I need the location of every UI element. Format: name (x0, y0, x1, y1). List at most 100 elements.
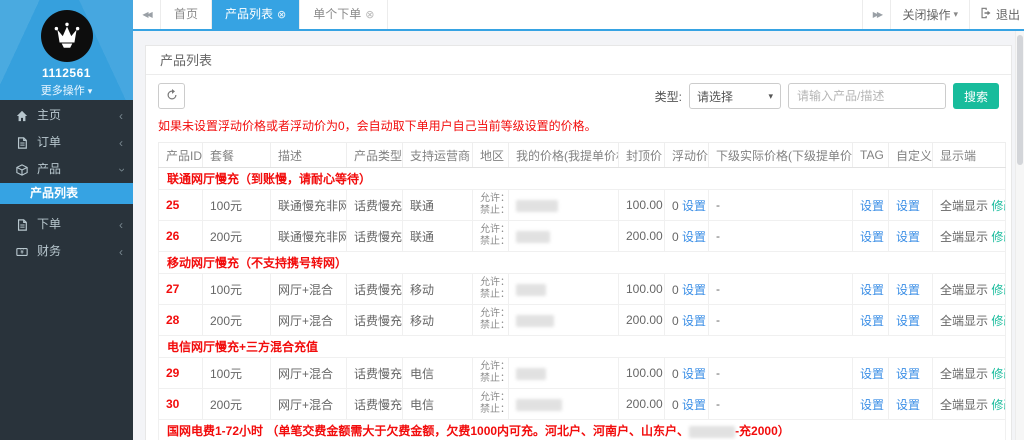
float-set-link[interactable]: 设置 (682, 283, 706, 297)
sub-price-cell: - (708, 189, 853, 221)
cube-icon (16, 163, 30, 177)
sidebar-item-订单[interactable]: 订单 ‹ (0, 129, 133, 156)
custom-name-set-link[interactable]: 设置 (896, 230, 920, 244)
sidebar-item-主页[interactable]: 主页 ‹ (0, 102, 133, 129)
float-set-link[interactable]: 设置 (682, 230, 706, 244)
description-cell: 网厅+混合 (270, 304, 347, 336)
sidebar-item-label: 订单 (37, 135, 62, 149)
custom-name-set-link[interactable]: 设置 (896, 367, 920, 381)
more-actions-dropdown[interactable]: 更多操作 ▾ (0, 82, 133, 98)
panel-body: 类型: 请选择 ▾ 搜索 如果未设置浮动价格或者浮动价为0，会自动取下单用户自己… (146, 75, 1011, 440)
float-set-link[interactable]: 设置 (682, 314, 706, 328)
region-cell: 允许：-禁止：- (472, 273, 509, 305)
sidebar-item-label: 产品 (37, 162, 62, 176)
close-tab-icon[interactable]: ⊗ (365, 9, 374, 21)
cap-price-cell: 100.00 (618, 357, 665, 389)
table-body: 联通网厅慢充（到账慢，请耐心等待）25100元联通慢充非网厅话费慢充联通允许：-… (158, 167, 1006, 440)
description-cell: 联通慢充非网厅 (270, 220, 347, 252)
logout-button[interactable]: 退出 (968, 0, 1024, 29)
sidebar-item-label: 下单 (37, 217, 62, 231)
chevron-down-icon: ▾ (768, 90, 773, 101)
column-header: 封顶价 (618, 142, 665, 168)
tag-set-link[interactable]: 设置 (860, 367, 884, 381)
redacted-price (516, 199, 558, 212)
product-list-panel: 产品列表 类型: 请选择 ▾ 请输入产品/描述 搜索 如果未设置浮动价格或者浮动… (145, 45, 1012, 440)
display-modify-link[interactable]: 修改 (991, 367, 1004, 381)
float-price-cell: 0 设置 (664, 388, 709, 420)
cap-price-cell: 100.00 (618, 273, 665, 305)
description-cell: 网厅+混合 (270, 357, 347, 389)
product-type-cell: 话费慢充 (346, 357, 403, 389)
custom-name-set-link[interactable]: 设置 (896, 283, 920, 297)
tab-label: 单个下单 (313, 7, 362, 21)
sidebar-item-财务[interactable]: ¥ 财务 ‹ (0, 238, 133, 265)
float-set-link[interactable]: 设置 (682, 398, 706, 412)
search-input[interactable] (788, 83, 946, 109)
tag-cell: 设置 (852, 304, 889, 336)
display-cell: 全端显示 修改 (932, 273, 1006, 305)
display-modify-link[interactable]: 修改 (991, 398, 1004, 412)
product-type-cell: 话费慢充 (346, 189, 403, 221)
column-header: 显示端 (932, 142, 1006, 168)
region-cell: 允许：-禁止：- (472, 220, 509, 252)
main-area: ◀◀ 首页 产品列表 ⊗ 单个下单 ⊗ ▶▶ 关闭操作 ▾ 退出 产品列表 类型… (133, 0, 1024, 440)
carrier-cell: 电信 (402, 388, 473, 420)
column-header: TAG (852, 142, 889, 168)
search-button[interactable]: 搜索 (953, 83, 999, 109)
close-actions-dropdown[interactable]: 关闭操作 ▾ (890, 0, 969, 29)
sidebar-item-下单[interactable]: 下单 ‹ (0, 211, 133, 238)
sidebar-item-产品列表[interactable]: 产品列表 (0, 183, 133, 204)
sub-price-cell: - (708, 357, 853, 389)
custom-name-set-link[interactable]: 设置 (896, 199, 920, 213)
float-set-link[interactable]: 设置 (682, 199, 706, 213)
chevron-left-icon: ‹ (119, 108, 123, 123)
display-modify-link[interactable]: 修改 (991, 314, 1004, 328)
redacted-price (516, 283, 546, 296)
scrollbar-thumb[interactable] (1017, 35, 1023, 165)
product-row: 29100元网厅+混合话费慢充电信允许：-禁止：-100.000 设置-设置设置… (158, 357, 1006, 389)
column-header: 我的价格(我提单价格) (508, 142, 619, 168)
tab-首页[interactable]: 首页 (161, 0, 213, 29)
display-modify-link[interactable]: 修改 (991, 230, 1004, 244)
vertical-scrollbar[interactable] (1015, 31, 1024, 440)
sidebar-item-label: 产品列表 (30, 186, 79, 200)
sub-price-cell: - (708, 388, 853, 420)
my-price-cell (508, 220, 619, 252)
redacted-price (516, 398, 562, 411)
sub-price-cell: - (708, 304, 853, 336)
tag-set-link[interactable]: 设置 (860, 314, 884, 328)
content-area: 产品列表 类型: 请选择 ▾ 请输入产品/描述 搜索 如果未设置浮动价格或者浮动… (133, 31, 1024, 440)
tabs-scroll-left-button[interactable]: ◀◀ (133, 0, 161, 29)
more-actions-label: 更多操作 (40, 85, 85, 97)
tag-set-link[interactable]: 设置 (860, 398, 884, 412)
tabs-scroll-right-button[interactable]: ▶▶ (862, 0, 890, 29)
tag-set-link[interactable]: 设置 (860, 199, 884, 213)
refresh-button[interactable] (158, 83, 185, 109)
tab-bar-right: ▶▶ 关闭操作 ▾ 退出 (862, 0, 1024, 29)
tag-set-link[interactable]: 设置 (860, 230, 884, 244)
type-select[interactable]: 请选择 ▾ (689, 83, 781, 109)
float-set-link[interactable]: 设置 (682, 367, 706, 381)
custom-name-cell: 设置 (888, 189, 933, 221)
avatar[interactable] (40, 10, 93, 62)
product-group-row: 电信网厅慢充+三方混合充值 (158, 335, 1006, 358)
custom-name-set-link[interactable]: 设置 (896, 314, 920, 328)
redacted-text (689, 425, 736, 438)
sidebar-header: 1112561 更多操作 ▾ (0, 0, 133, 100)
package-cell: 100元 (202, 273, 271, 305)
panel-title: 产品列表 (146, 46, 1011, 75)
column-header: 下级实际价格(下级提单价格) (708, 142, 853, 168)
custom-name-set-link[interactable]: 设置 (896, 398, 920, 412)
tab-单个下单[interactable]: 单个下单 ⊗ (300, 0, 389, 29)
tag-set-link[interactable]: 设置 (860, 283, 884, 297)
display-modify-link[interactable]: 修改 (991, 283, 1004, 297)
cap-price-cell: 200.00 (618, 220, 665, 252)
column-header: 地区 (472, 142, 509, 168)
redacted-price (516, 314, 554, 327)
sidebar-item-产品[interactable]: 产品 ‹ (0, 156, 133, 183)
display-modify-link[interactable]: 修改 (991, 199, 1004, 213)
close-tab-icon[interactable]: ⊗ (277, 9, 286, 21)
tab-产品列表[interactable]: 产品列表 ⊗ (212, 0, 301, 29)
tab-label: 产品列表 (225, 7, 274, 21)
redacted-price (516, 230, 550, 243)
